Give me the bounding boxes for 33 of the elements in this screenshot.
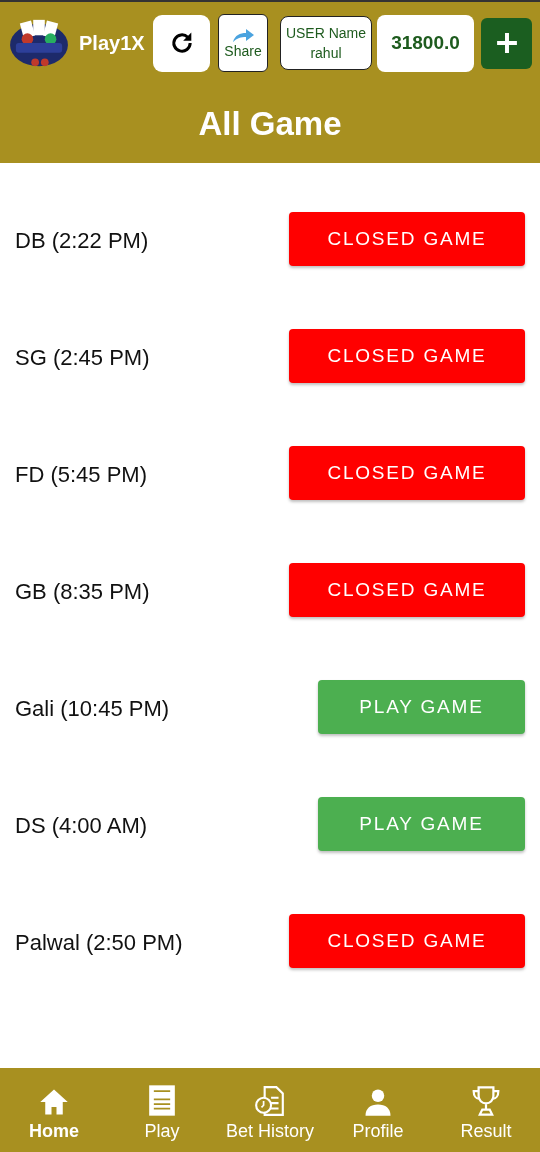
closed-game-button[interactable]: CLOSED GAME [289, 212, 525, 266]
play-game-button[interactable]: PLAY GAME [318, 680, 525, 734]
game-name: DB (2:22 PM) [15, 228, 149, 254]
closed-game-button[interactable]: CLOSED GAME [289, 914, 525, 968]
nav-tab[interactable]: Play [108, 1068, 216, 1152]
game-name: FD (5:45 PM) [15, 462, 148, 488]
nav-tab[interactable]: Bet History [216, 1068, 324, 1152]
nav-tab[interactable]: Profile [324, 1068, 432, 1152]
game-name: Gali (10:45 PM) [15, 696, 170, 722]
user-name: rahul [310, 44, 342, 63]
refresh-button[interactable] [153, 14, 210, 72]
app-name: Play1X [79, 31, 146, 55]
document-clock-icon [254, 1085, 286, 1117]
document-icon [148, 1084, 176, 1117]
game-name: SG (2:45 PM) [15, 345, 150, 371]
game-name: DS (4:00 AM) [15, 813, 148, 839]
arrow-icon [231, 27, 255, 43]
plus-icon [495, 32, 518, 54]
closed-game-button[interactable]: CLOSED GAME [289, 329, 525, 383]
game-name: GB (8:35 PM) [15, 579, 150, 605]
closed-game-button[interactable]: CLOSED GAME [289, 563, 525, 617]
nav-tab[interactable]: Home [0, 1068, 108, 1152]
page-title: All Game [198, 104, 342, 143]
trophy-icon [471, 1085, 501, 1117]
nav-tab[interactable]: Result [432, 1068, 540, 1152]
game-name: Palwal (2:50 PM) [15, 930, 183, 956]
balance: 31800.0 [377, 14, 474, 72]
add-button[interactable] [481, 17, 532, 69]
play-game-button[interactable]: PLAY GAME [318, 797, 525, 851]
user-label: USER Name [285, 24, 367, 43]
person-icon [363, 1087, 393, 1117]
share-button[interactable]: Share [218, 14, 268, 72]
closed-game-button[interactable]: CLOSED GAME [289, 446, 525, 500]
